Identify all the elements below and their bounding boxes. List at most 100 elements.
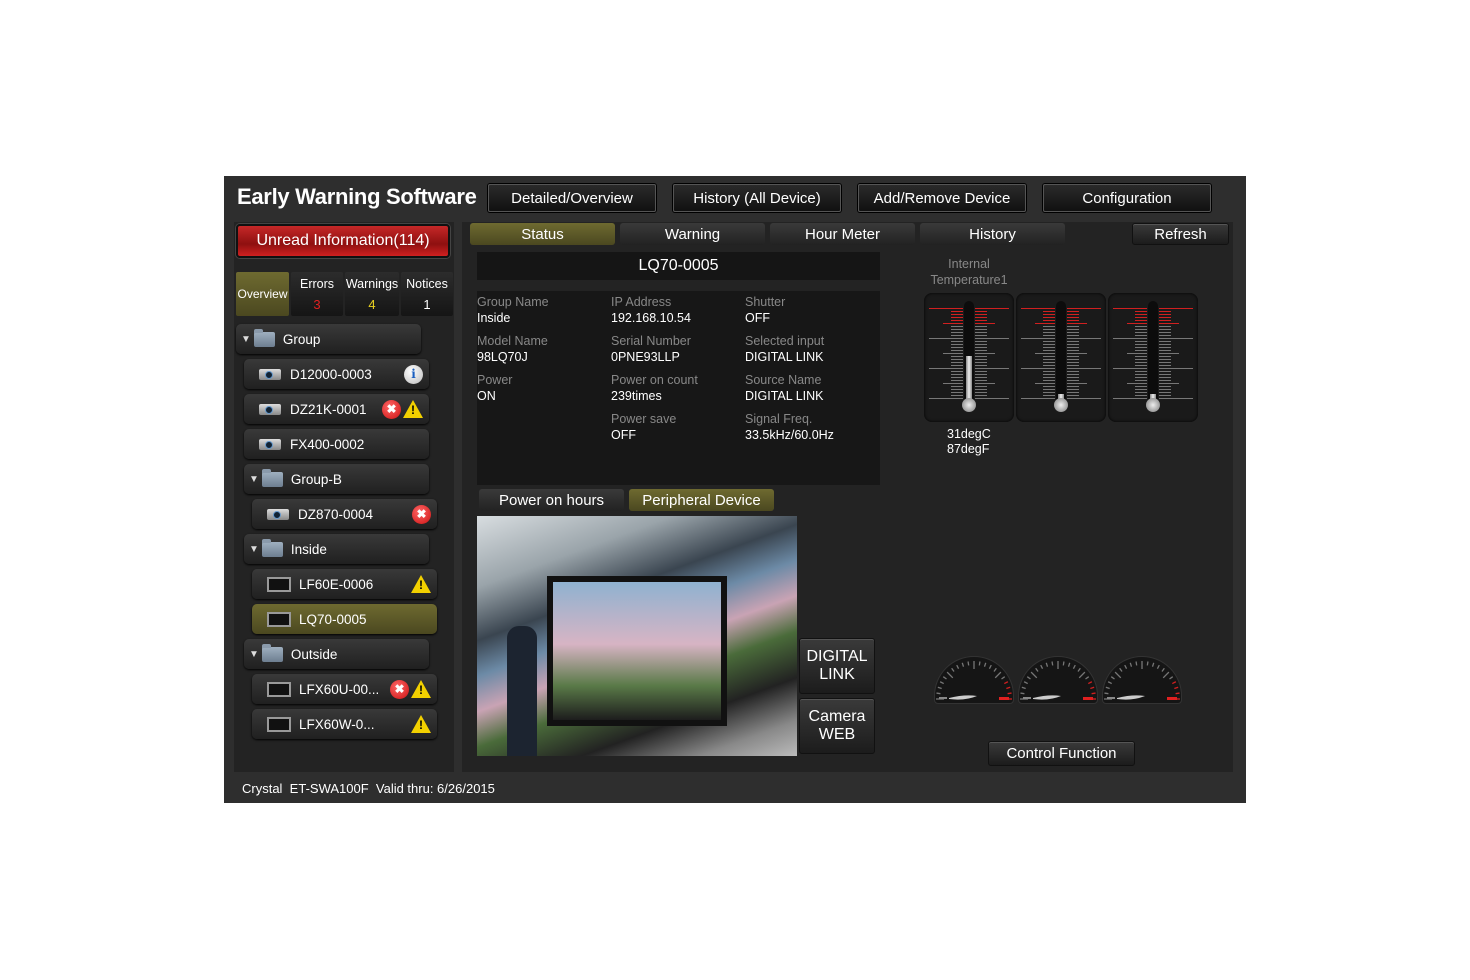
filter-warnings[interactable]: Warnings 4 (345, 272, 399, 316)
field-label: Power (477, 373, 513, 387)
field-value: ON (477, 389, 496, 403)
tree-item[interactable]: ▼ Inside (244, 534, 429, 564)
filter-count: 1 (423, 297, 431, 312)
device-name: LQ70-0005 (477, 252, 880, 280)
status-field: Source Name DIGITAL LINK (745, 373, 824, 403)
expand-triangle-icon[interactable]: ▼ (241, 334, 251, 345)
tree-item[interactable]: D12000-0003 i (244, 359, 429, 389)
field-label: IP Address (611, 295, 672, 309)
tree-item[interactable]: LFX60W-0... (252, 709, 437, 739)
info-icon: i (404, 364, 423, 384)
filter-overview[interactable]: Overview (236, 272, 289, 316)
field-label: Power save (611, 412, 677, 426)
nav-configuration[interactable]: Configuration (1043, 184, 1211, 212)
folder-icon (253, 328, 275, 347)
thermometer-fill (966, 356, 972, 403)
tree-item[interactable]: FX400-0002 (244, 429, 429, 459)
nav-add-remove-device[interactable]: Add/Remove Device (858, 184, 1026, 212)
projector-icon (259, 368, 281, 380)
subtab-peripheral-device[interactable]: Peripheral Device (629, 489, 774, 511)
tree-item[interactable]: LQ70-0005 (252, 604, 437, 634)
field-label: Serial Number (611, 334, 691, 348)
expand-triangle-icon[interactable]: ▼ (249, 544, 259, 555)
field-label: Source Name (745, 373, 822, 387)
gauge-meter (1102, 656, 1182, 704)
tree-item[interactable]: ▼ Outside (244, 639, 429, 669)
tree-item[interactable]: ▼ Group (236, 324, 421, 354)
field-value: 0PNE93LLP (611, 350, 680, 364)
field-label: Power on count (611, 373, 698, 387)
thermometer (1108, 293, 1198, 422)
field-value: 239times (611, 389, 662, 403)
tab-warning[interactable]: Warning (620, 223, 765, 245)
app-title: Early Warning Software (237, 184, 477, 209)
folder-icon (261, 643, 283, 662)
tree-item-label: Outside (290, 646, 338, 662)
thermometer (1016, 293, 1106, 422)
display-icon (267, 681, 291, 697)
field-label: Model Name (477, 334, 548, 348)
status-field: Power save OFF (611, 412, 676, 442)
filter-notices[interactable]: Notices 1 (401, 272, 453, 316)
expand-triangle-icon[interactable]: ▼ (249, 474, 259, 485)
status-field: IP Address 192.168.10.54 (611, 295, 691, 325)
filter-label: Errors (299, 277, 335, 291)
folder-icon (261, 538, 283, 557)
field-label: Signal Freq. (745, 412, 813, 426)
refresh-button[interactable]: Refresh (1132, 223, 1229, 245)
tree-item-label: LQ70-0005 (299, 611, 367, 627)
status-field: Group Name Inside (477, 295, 549, 325)
control-function-button[interactable]: Control Function (988, 741, 1135, 766)
display-icon (267, 611, 291, 627)
expand-triangle-icon[interactable]: ▼ (249, 649, 259, 660)
camera-image (477, 516, 797, 756)
camera-web-button[interactable]: Camera WEB (799, 698, 875, 754)
license-footer: Crystal ET-SWA100F Valid thru: 6/26/2015 (242, 781, 495, 796)
field-label: Shutter (745, 295, 786, 309)
status-field: Power ON (477, 373, 512, 403)
tree-item[interactable]: ▼ Group-B (244, 464, 429, 494)
status-field: Serial Number 0PNE93LLP (611, 334, 691, 364)
tree-item-label: D12000-0003 (290, 366, 372, 382)
gauge-meter (934, 656, 1014, 704)
folder-icon (261, 468, 283, 487)
tree-item[interactable]: LF60E-0006 (252, 569, 437, 599)
display-icon (267, 576, 291, 592)
field-value: OFF (611, 428, 636, 442)
status-field: Model Name 98LQ70J (477, 334, 548, 364)
tree-item-label: LFX60W-0... (299, 716, 375, 732)
field-value: 192.168.10.54 (611, 311, 691, 325)
tree-item[interactable]: LFX60U-00... ✖ (252, 674, 437, 704)
filter-errors[interactable]: Errors 3 (291, 272, 343, 316)
tree-item-label: DZ870-0004 (298, 506, 374, 522)
display-icon (267, 716, 291, 732)
subtab-power-on-hours[interactable]: Power on hours (479, 489, 624, 511)
tab-status[interactable]: Status (470, 223, 615, 245)
tab-hour-meter[interactable]: Hour Meter (770, 223, 915, 245)
warning-icon (403, 400, 423, 418)
digital-link-button[interactable]: DIGITAL LINK (799, 638, 875, 694)
unread-information-button[interactable]: Unread Information(114) (236, 224, 450, 258)
app-window: Early Warning Software Detailed/Overview… (224, 176, 1246, 803)
field-label: Group Name (477, 295, 549, 309)
nav-history-all[interactable]: History (All Device) (673, 184, 841, 212)
field-label: Selected input (745, 334, 825, 348)
projector-icon (267, 508, 289, 520)
status-field: Shutter OFF (745, 295, 785, 325)
tree-item-label: LF60E-0006 (299, 576, 374, 592)
filter-count: 4 (368, 297, 376, 312)
field-value: DIGITAL LINK (745, 350, 824, 364)
tree-item-label: Inside (290, 541, 327, 557)
display-image (547, 576, 727, 726)
gauge-meter (1018, 656, 1098, 704)
tree-item-label: DZ21K-0001 (290, 401, 367, 417)
projector-icon (259, 438, 281, 450)
status-field: Power on count 239times (611, 373, 698, 403)
warning-icon (411, 715, 431, 733)
temperature-celsius: 31degC (947, 427, 991, 441)
tree-item[interactable]: DZ21K-0001 ✖ (244, 394, 429, 424)
tree-item[interactable]: DZ870-0004 ✖ (252, 499, 437, 529)
nav-detailed-overview[interactable]: Detailed/Overview (488, 184, 656, 212)
temperature-fahrenheit: 87degF (947, 442, 990, 456)
tab-history[interactable]: History (920, 223, 1065, 245)
